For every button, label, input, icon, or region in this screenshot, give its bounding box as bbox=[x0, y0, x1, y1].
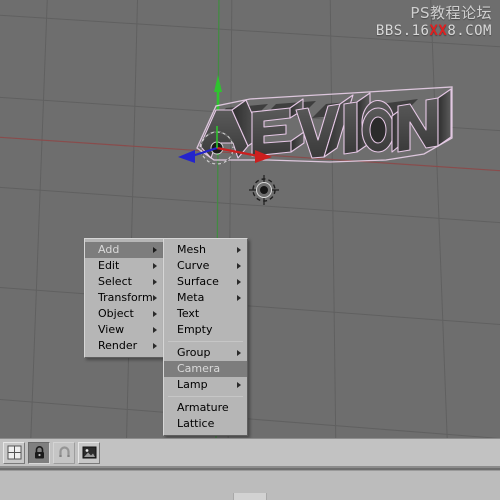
menu-item-view[interactable]: View bbox=[85, 322, 163, 338]
add-menu-item-armature[interactable]: Armature bbox=[164, 400, 247, 416]
magnet-snap-icon-button[interactable] bbox=[53, 441, 75, 464]
submenu-arrow-icon bbox=[153, 327, 157, 333]
add-menu-item-surface[interactable]: Surface bbox=[164, 274, 247, 290]
grid-view-icon-button[interactable] bbox=[3, 441, 25, 464]
menu-item-label: Empty bbox=[177, 323, 213, 336]
add-menu-item-mesh[interactable]: Mesh bbox=[164, 242, 247, 258]
add-menu-item-curve[interactable]: Curve bbox=[164, 258, 247, 274]
menu-item-label: Select bbox=[98, 275, 132, 288]
add-menu-item-camera[interactable]: Camera bbox=[164, 361, 247, 377]
menu-item-label: Add bbox=[98, 243, 120, 256]
3d-viewport[interactable]: PS教程论坛 BBS.16XX8.COM Add Edit Select Transf… bbox=[0, 0, 500, 438]
grid-view-icon bbox=[7, 445, 21, 460]
add-menu-item-meta[interactable]: Meta bbox=[164, 290, 247, 306]
add-menu-item-lamp[interactable]: Lamp bbox=[164, 377, 247, 393]
menu-item-label: Meta bbox=[177, 291, 205, 304]
submenu-arrow-icon bbox=[153, 247, 157, 253]
context-menu-main[interactable]: Add Edit Select Transform Object View Render bbox=[84, 238, 164, 358]
submenu-arrow-icon bbox=[237, 382, 241, 388]
submenu-arrow-icon bbox=[237, 263, 241, 269]
menu-item-edit[interactable]: Edit bbox=[85, 258, 163, 274]
menu-item-label: Lattice bbox=[177, 417, 215, 430]
menu-separator bbox=[168, 341, 243, 342]
menu-item-label: Render bbox=[98, 339, 138, 352]
menu-item-label: Text bbox=[177, 307, 200, 320]
submenu-arrow-icon bbox=[153, 279, 157, 285]
toolbar-spacer bbox=[103, 442, 497, 463]
menu-item-label: Transform bbox=[98, 291, 153, 304]
submenu-arrow-icon bbox=[153, 263, 157, 269]
menu-item-label: Armature bbox=[177, 401, 229, 414]
lock-icon-button[interactable] bbox=[28, 441, 50, 464]
submenu-arrow-icon bbox=[237, 350, 241, 356]
magnet-snap-icon bbox=[58, 446, 70, 457]
image-render-icon-button[interactable] bbox=[78, 441, 100, 464]
menu-item-label: Lamp bbox=[177, 378, 208, 391]
add-menu-item-group[interactable]: Group bbox=[164, 345, 247, 361]
menu-item-label: Object bbox=[98, 307, 134, 320]
menu-item-select[interactable]: Select bbox=[85, 274, 163, 290]
viewport-toolbar[interactable] bbox=[0, 438, 500, 468]
context-menu-add[interactable]: Mesh Curve Surface Meta Text Empty Group Camera… bbox=[163, 238, 248, 436]
panel-resize-handle[interactable] bbox=[233, 493, 267, 500]
menu-separator bbox=[168, 396, 243, 397]
submenu-arrow-icon bbox=[153, 343, 157, 349]
submenu-arrow-icon bbox=[237, 295, 241, 301]
add-menu-item-lattice[interactable]: Lattice bbox=[164, 416, 247, 432]
submenu-arrow-icon bbox=[237, 279, 241, 285]
menu-item-label: Group bbox=[177, 346, 211, 359]
menu-item-add[interactable]: Add bbox=[85, 242, 163, 258]
menu-item-label: Mesh bbox=[177, 243, 206, 256]
submenu-arrow-icon bbox=[237, 247, 241, 253]
add-menu-item-empty[interactable]: Empty bbox=[164, 322, 247, 338]
image-render-icon bbox=[82, 446, 96, 459]
menu-item-label: Surface bbox=[177, 275, 219, 288]
bottom-panel[interactable] bbox=[0, 470, 500, 500]
submenu-arrow-icon bbox=[153, 311, 157, 317]
add-menu-item-text[interactable]: Text bbox=[164, 306, 247, 322]
viewport-grid bbox=[0, 0, 500, 438]
lock-icon bbox=[34, 446, 44, 459]
menu-item-label: Camera bbox=[177, 362, 221, 375]
menu-item-label: Curve bbox=[177, 259, 210, 272]
submenu-arrow-icon bbox=[153, 295, 157, 301]
menu-item-transform[interactable]: Transform bbox=[85, 290, 163, 306]
menu-item-label: Edit bbox=[98, 259, 120, 272]
menu-item-object[interactable]: Object bbox=[85, 306, 163, 322]
menu-item-render[interactable]: Render bbox=[85, 338, 163, 354]
menu-item-label: View bbox=[98, 323, 125, 336]
